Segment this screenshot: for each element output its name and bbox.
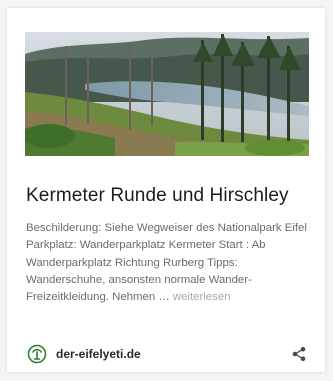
source-site-name[interactable]: der-eifelyeti.de bbox=[56, 347, 141, 361]
post-image[interactable] bbox=[25, 32, 309, 156]
eifelyeti-logo-icon[interactable] bbox=[27, 344, 47, 364]
post-title[interactable]: Kermeter Runde und Hirschley bbox=[26, 185, 289, 207]
excerpt-text: Beschilderung: Siehe Wegweiser des Natio… bbox=[26, 222, 307, 304]
post-excerpt: Beschilderung: Siehe Wegweiser des Natio… bbox=[26, 220, 312, 306]
share-icon[interactable] bbox=[291, 346, 307, 362]
post-card: Kermeter Runde und Hirschley Beschilderu… bbox=[7, 8, 325, 372]
read-more-link[interactable]: weiterlesen bbox=[173, 291, 231, 303]
landscape-photo bbox=[25, 32, 309, 156]
